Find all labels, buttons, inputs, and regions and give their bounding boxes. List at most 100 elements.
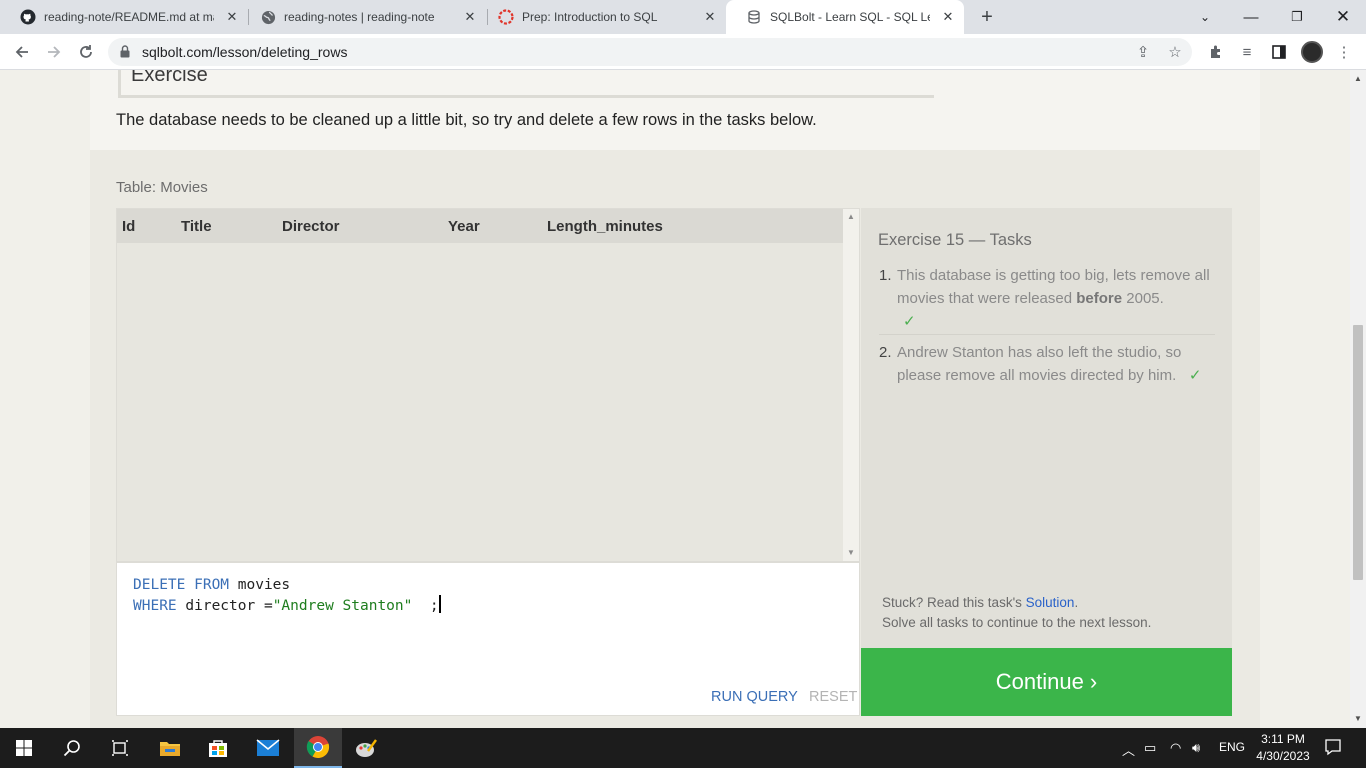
globe-icon bbox=[260, 9, 276, 25]
sql-terminator: ; bbox=[412, 598, 439, 614]
solution-link[interactable]: Solution bbox=[1026, 595, 1075, 610]
checkmark-icon: ✓ bbox=[1188, 367, 1202, 384]
close-tab-icon[interactable]: ✕ bbox=[462, 9, 478, 25]
hint-text: . bbox=[1074, 595, 1079, 610]
file-explorer-icon[interactable] bbox=[146, 728, 194, 768]
tab-title: reading-notes | reading-note bbox=[284, 10, 435, 24]
reload-icon[interactable] bbox=[74, 40, 98, 64]
task-divider bbox=[879, 334, 1215, 335]
tab-title: Prep: Introduction to SQL bbox=[522, 10, 658, 24]
page-scrollbar[interactable]: ▲ ▼ bbox=[1350, 70, 1366, 728]
exercise-heading-box: Exercise bbox=[118, 70, 934, 98]
volume-icon[interactable]: 🔊︎ bbox=[1192, 740, 1200, 756]
forward-icon[interactable] bbox=[42, 40, 66, 64]
sql-table-name: movies bbox=[229, 577, 291, 593]
reset-button[interactable]: RESET bbox=[809, 689, 857, 705]
battery-icon[interactable]: ▭ bbox=[1144, 740, 1156, 756]
profile-avatar[interactable] bbox=[1301, 41, 1323, 63]
bookmark-star-icon[interactable]: ☆ bbox=[1166, 43, 1184, 61]
run-query-button[interactable]: RUN QUERY bbox=[711, 689, 798, 705]
tab-github[interactable]: reading-note/README.md at ma ✕ bbox=[0, 0, 248, 34]
browser-toolbar: sqlbolt.com/lesson/deleting_rows ⇪ ☆ ≡ ⋮ bbox=[0, 34, 1366, 70]
tab-reading-notes[interactable]: reading-notes | reading-note ✕ bbox=[240, 0, 486, 34]
tasks-title: Exercise 15 — Tasks bbox=[878, 231, 1032, 249]
database-icon bbox=[746, 9, 762, 25]
url-text: sqlbolt.com/lesson/deleting_rows bbox=[142, 44, 348, 60]
results-table[interactable]: Id Title Director Year Length_minutes ▲ … bbox=[116, 208, 860, 562]
scroll-up-arrow-icon[interactable]: ▲ bbox=[847, 212, 855, 221]
restore-icon[interactable]: ❐ bbox=[1274, 0, 1320, 34]
table-header-row: Id Title Director Year Length_minutes bbox=[117, 209, 844, 243]
results-scrollbar[interactable]: ▲ ▼ bbox=[843, 209, 859, 561]
search-icon[interactable] bbox=[48, 728, 96, 768]
task-text: Andrew Stanton has also left the studio,… bbox=[897, 344, 1182, 384]
close-tab-icon[interactable]: ✕ bbox=[224, 9, 240, 25]
windows-taskbar: ︿ ▭ ◠ 🔊︎ ENG 3:11 PM 4/30/2023 bbox=[0, 728, 1366, 768]
column-header: Id bbox=[122, 218, 136, 235]
tab-sqlbolt[interactable]: SQLBolt - Learn SQL - SQL Lesson ✕ bbox=[726, 0, 964, 34]
sql-condition: director = bbox=[176, 598, 273, 614]
page-content: Exercise The database needs to be cleane… bbox=[0, 70, 1350, 728]
continue-button[interactable]: Continue › bbox=[861, 648, 1232, 716]
show-hidden-icons-icon[interactable]: ︿ bbox=[1122, 740, 1135, 759]
reading-list-icon[interactable]: ≡ bbox=[1237, 42, 1257, 62]
extensions-icon[interactable] bbox=[1206, 42, 1226, 62]
task-text-bold: before bbox=[1076, 290, 1123, 307]
task-item: 2. Andrew Stanton has also left the stud… bbox=[879, 341, 1215, 387]
share-icon[interactable]: ⇪ bbox=[1134, 43, 1152, 61]
solve-all-hint: Solve all tasks to continue to the next … bbox=[882, 615, 1152, 630]
task-number: 1. bbox=[879, 267, 892, 284]
sql-code: DELETE FROM movies WHERE director ="Andr… bbox=[133, 575, 441, 616]
task-view-icon[interactable] bbox=[96, 728, 144, 768]
clock-time: 3:11 PM bbox=[1261, 732, 1305, 746]
sql-keyword: WHERE bbox=[133, 598, 177, 614]
tab-strip: reading-note/README.md at ma ✕ reading-n… bbox=[0, 0, 1366, 34]
tasks-panel: Exercise 15 — Tasks 1. This database is … bbox=[861, 208, 1232, 648]
task-number: 2. bbox=[879, 344, 892, 361]
github-icon bbox=[20, 9, 36, 25]
lock-icon[interactable] bbox=[120, 45, 130, 63]
new-tab-button[interactable]: + bbox=[976, 6, 998, 28]
paint-icon[interactable] bbox=[342, 728, 390, 768]
task-text: 2005. bbox=[1122, 290, 1164, 307]
notifications-icon[interactable] bbox=[1324, 738, 1342, 759]
column-header: Year bbox=[448, 218, 480, 235]
hint-text: Stuck? Read this task's bbox=[882, 595, 1026, 610]
minimize-icon[interactable]: — bbox=[1228, 0, 1274, 34]
checkmark-icon: ✓ bbox=[903, 313, 916, 330]
table-caption: Table: Movies bbox=[116, 179, 208, 196]
scroll-up-arrow-icon[interactable]: ▲ bbox=[1354, 74, 1362, 83]
windows-start-icon[interactable] bbox=[0, 728, 48, 768]
sql-query-editor[interactable]: DELETE FROM movies WHERE director ="Andr… bbox=[116, 562, 860, 716]
sql-keyword: DELETE FROM bbox=[133, 577, 230, 593]
text-cursor bbox=[438, 595, 441, 613]
clock-date: 4/30/2023 bbox=[1256, 749, 1310, 763]
address-bar[interactable]: sqlbolt.com/lesson/deleting_rows ⇪ ☆ bbox=[108, 38, 1192, 66]
close-tab-icon[interactable]: ✕ bbox=[702, 9, 718, 25]
column-header: Length_minutes bbox=[547, 218, 663, 235]
stuck-hint: Stuck? Read this task's Solution. bbox=[882, 595, 1222, 610]
wifi-icon[interactable]: ◠ bbox=[1170, 740, 1181, 756]
microsoft-store-icon[interactable] bbox=[194, 728, 242, 768]
tab-prep-sql[interactable]: Prep: Introduction to SQL ✕ bbox=[478, 0, 726, 34]
menu-kebab-icon[interactable]: ⋮ bbox=[1334, 42, 1354, 62]
sql-string-value: "Andrew Stanton" bbox=[272, 598, 413, 614]
task-item: 1. This database is getting too big, let… bbox=[879, 264, 1215, 333]
close-window-icon[interactable]: ✕ bbox=[1320, 0, 1366, 34]
system-clock[interactable]: 3:11 PM 4/30/2023 bbox=[1254, 731, 1312, 765]
scrollbar-thumb[interactable] bbox=[1353, 325, 1363, 580]
tab-search-icon[interactable]: ⌄ bbox=[1182, 0, 1228, 34]
column-header: Title bbox=[181, 218, 212, 235]
chrome-icon[interactable] bbox=[294, 728, 342, 768]
tab-title: reading-note/README.md at ma bbox=[44, 10, 214, 24]
back-icon[interactable] bbox=[10, 40, 34, 64]
tab-title: SQLBolt - Learn SQL - SQL Lesson bbox=[770, 10, 930, 24]
mail-icon[interactable] bbox=[244, 728, 292, 768]
scroll-down-arrow-icon[interactable]: ▼ bbox=[1354, 714, 1362, 723]
side-panel-icon[interactable] bbox=[1269, 42, 1289, 62]
canvas-icon bbox=[498, 9, 514, 25]
language-indicator[interactable]: ENG bbox=[1219, 740, 1245, 754]
exercise-intro-text: The database needs to be cleaned up a li… bbox=[116, 111, 817, 129]
scroll-down-arrow-icon[interactable]: ▼ bbox=[847, 548, 855, 557]
close-tab-icon[interactable]: ✕ bbox=[940, 9, 956, 25]
